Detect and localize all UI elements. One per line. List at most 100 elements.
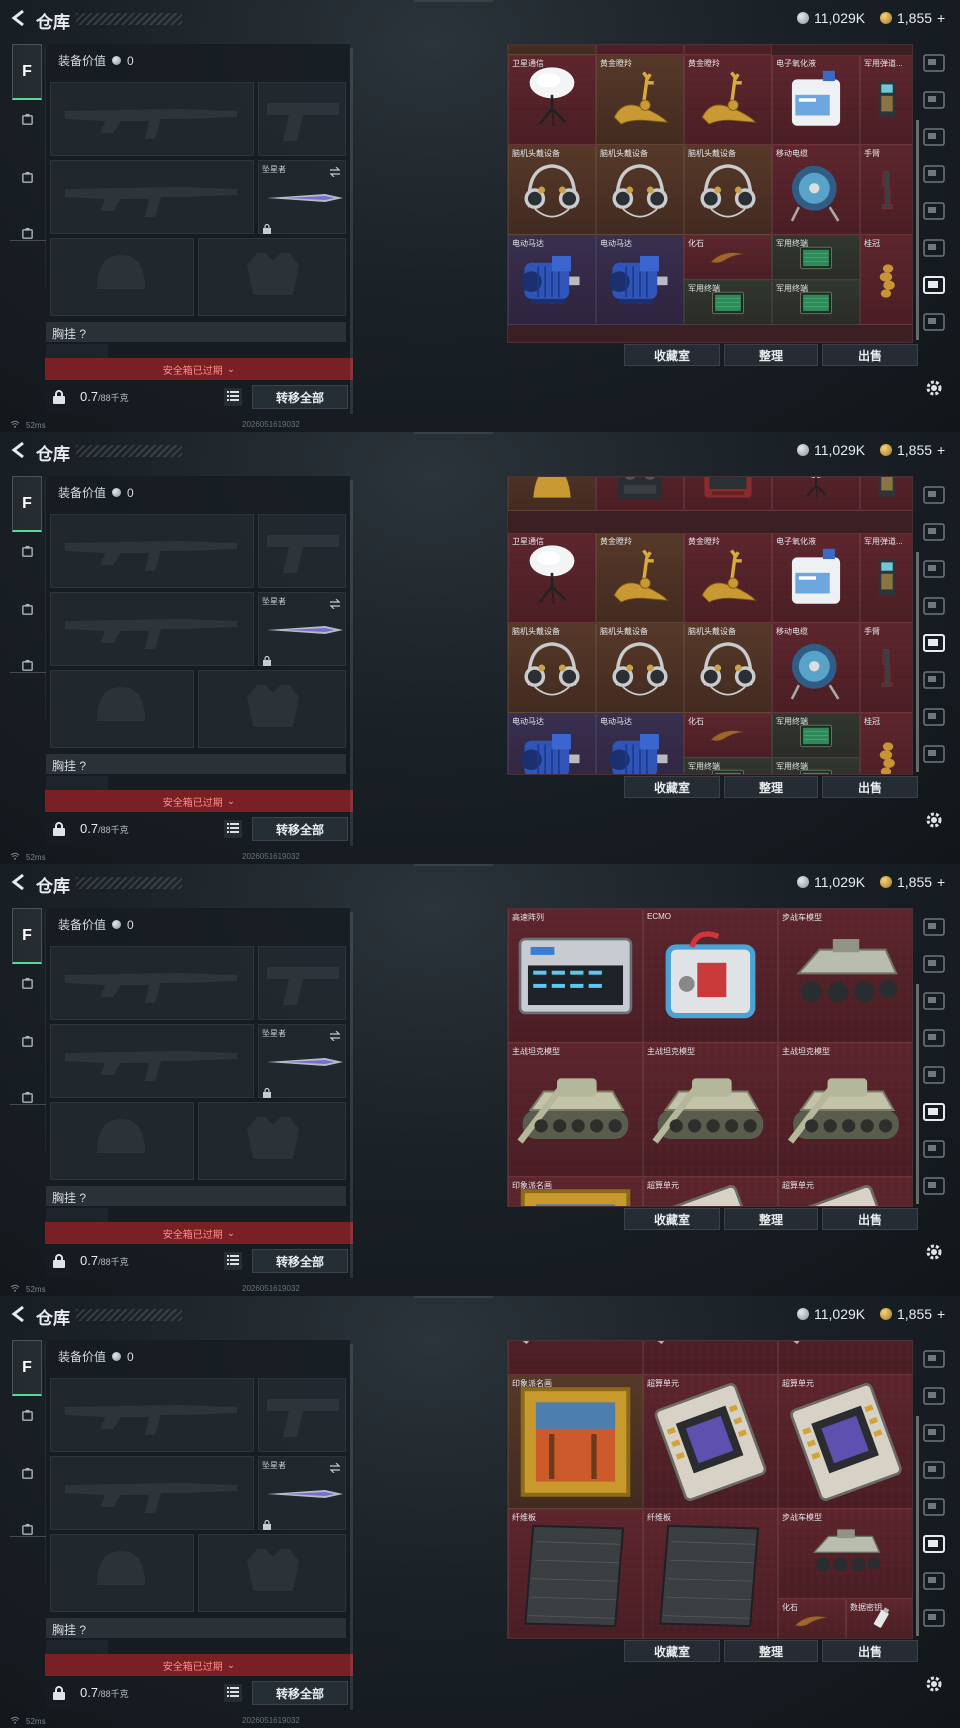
inventory-item[interactable]: 数据密钥 <box>846 1599 912 1638</box>
warehouse-page-tab-8[interactable] <box>922 1175 948 1197</box>
equipment-scrollbar[interactable] <box>350 912 353 1278</box>
warehouse-page-tab-2[interactable] <box>922 953 948 975</box>
warehouse-scrollbar[interactable] <box>916 984 919 1204</box>
inventory-item[interactable]: 超算单元 <box>643 1177 778 1206</box>
collection-room-button[interactable]: 收藏室 <box>624 776 720 798</box>
inventory-item[interactable]: 电动马达 <box>508 235 596 325</box>
collection-room-button[interactable]: 收藏室 <box>624 1208 720 1230</box>
tab-helmet[interactable] <box>12 970 42 1000</box>
warehouse-scrollbar[interactable] <box>916 120 919 340</box>
inventory-item[interactable]: 脑机头戴设备 <box>596 145 684 235</box>
sidearm-slot[interactable] <box>258 514 346 588</box>
warehouse-page-tab-4[interactable] <box>922 595 948 617</box>
warehouse-page-tab-3[interactable] <box>922 126 948 148</box>
warehouse-scrollbar[interactable] <box>916 1416 919 1636</box>
inventory-item[interactable]: 电动马达 <box>596 713 684 774</box>
inventory-item[interactable]: 脑机头戴设备 <box>684 145 772 235</box>
inventory-item[interactable]: 主战坦克模型 <box>778 1043 912 1177</box>
tab-weapons[interactable]: F <box>12 908 42 964</box>
gear-icon[interactable] <box>924 378 944 398</box>
tab-backpack[interactable] <box>12 652 42 682</box>
add-gold-button[interactable]: + <box>937 10 945 26</box>
add-gold-button[interactable]: + <box>937 1306 945 1322</box>
tab-helmet[interactable] <box>12 106 42 136</box>
warehouse-page-tab-3[interactable] <box>922 558 948 580</box>
primary-weapon-slot[interactable] <box>50 514 254 588</box>
gear-icon[interactable] <box>924 1674 944 1694</box>
warehouse-page-tab-8[interactable] <box>922 743 948 765</box>
secondary-weapon-slot[interactable] <box>50 160 254 234</box>
inventory-item[interactable]: 印象派名画 <box>508 1375 643 1509</box>
inventory-item[interactable] <box>684 477 772 511</box>
inventory-item[interactable] <box>684 45 772 55</box>
warehouse-page-tab-5[interactable] <box>922 632 948 654</box>
warehouse-page-tab-4[interactable] <box>922 163 948 185</box>
collection-room-button[interactable]: 收藏室 <box>624 1640 720 1662</box>
tab-armor[interactable] <box>12 1460 42 1490</box>
gold-currency[interactable]: 1,855 + <box>880 1306 945 1322</box>
helmet-slot[interactable] <box>50 1534 194 1612</box>
sidearm-slot[interactable] <box>258 1378 346 1452</box>
inventory-item[interactable]: 电子氧化液 <box>772 533 860 623</box>
inventory-item[interactable]: 卫星通信 <box>508 533 596 623</box>
inventory-item[interactable] <box>596 477 684 511</box>
inventory-item[interactable] <box>778 1341 912 1375</box>
inventory-item[interactable] <box>508 45 596 55</box>
secondary-weapon-slot[interactable] <box>50 592 254 666</box>
inventory-item[interactable]: 脑机头戴设备 <box>684 623 772 713</box>
tab-weapons[interactable]: F <box>12 1340 42 1396</box>
safe-box-expired-banner[interactable]: 安全箱已过期 ⌄ <box>45 1222 353 1244</box>
helmet-slot[interactable] <box>50 238 194 316</box>
inventory-item[interactable]: 电动马达 <box>508 713 596 774</box>
warehouse-page-tab-8[interactable] <box>922 311 948 333</box>
inventory-item[interactable]: 黄金瞪羚 <box>684 55 772 145</box>
inventory-item[interactable]: 军用终端 <box>772 758 860 774</box>
sell-button[interactable]: 出售 <box>822 1208 918 1230</box>
melee-slot[interactable]: 坠星者 <box>258 592 346 666</box>
back-arrow-icon[interactable] <box>10 873 28 891</box>
warehouse-page-tab-1[interactable] <box>922 484 948 506</box>
chest-rig-slot[interactable]: 胸挂 ? <box>46 1186 346 1206</box>
inventory-item[interactable]: 黄金瞪羚 <box>596 533 684 623</box>
inventory-item[interactable] <box>508 477 596 511</box>
inventory-item[interactable]: 军用终端 <box>772 235 860 280</box>
chest-rig-info[interactable]: ? <box>79 1191 86 1205</box>
warehouse-page-tab-3[interactable] <box>922 990 948 1012</box>
armor-slot[interactable] <box>198 238 346 316</box>
warehouse-page-tab-1[interactable] <box>922 52 948 74</box>
warehouse-page-tab-1[interactable] <box>922 1348 948 1370</box>
inventory-item[interactable]: 桂冠 <box>860 235 912 325</box>
transfer-all-button[interactable]: 转移全部 <box>252 1249 348 1273</box>
primary-weapon-slot[interactable] <box>50 1378 254 1452</box>
sort-button[interactable]: 整理 <box>724 1208 818 1230</box>
inventory-item[interactable]: 步战车模型 <box>778 909 912 1043</box>
inventory-item[interactable]: 纤维板 <box>643 1509 778 1638</box>
inventory-item[interactable] <box>643 1341 778 1375</box>
chest-rig-slot[interactable]: 胸挂 ? <box>46 1618 346 1638</box>
warehouse-page-tab-8[interactable] <box>922 1607 948 1629</box>
inventory-item[interactable]: 移动电缆 <box>772 145 860 235</box>
inventory-item[interactable] <box>508 1341 643 1375</box>
inventory-item[interactable] <box>860 477 912 511</box>
inventory-item[interactable]: 脑机头戴设备 <box>508 145 596 235</box>
inventory-item[interactable]: 电动马达 <box>596 235 684 325</box>
inventory-item[interactable]: 印象派名画 <box>508 1177 643 1206</box>
back-arrow-icon[interactable] <box>10 441 28 459</box>
inventory-item[interactable] <box>596 45 684 55</box>
warehouse-page-tab-5[interactable] <box>922 200 948 222</box>
inventory-item[interactable]: 脑机头戴设备 <box>596 623 684 713</box>
gear-icon[interactable] <box>924 1242 944 1262</box>
list-view-button[interactable] <box>224 388 242 406</box>
safe-box-expired-banner[interactable]: 安全箱已过期 ⌄ <box>45 1654 353 1676</box>
secondary-weapon-slot[interactable] <box>50 1024 254 1098</box>
inventory-item[interactable]: 电子氧化液 <box>772 55 860 145</box>
inventory-item[interactable]: 黄金瞪羚 <box>596 55 684 145</box>
warehouse-page-tab-2[interactable] <box>922 89 948 111</box>
tab-weapons[interactable]: F <box>12 476 42 532</box>
list-view-button[interactable] <box>224 1252 242 1270</box>
back-arrow-icon[interactable] <box>10 9 28 27</box>
warehouse-page-tab-7[interactable] <box>922 274 948 296</box>
safe-box-expired-banner[interactable]: 安全箱已过期 ⌄ <box>45 358 353 380</box>
melee-slot[interactable]: 坠星者 <box>258 1024 346 1098</box>
list-view-button[interactable] <box>224 1684 242 1702</box>
